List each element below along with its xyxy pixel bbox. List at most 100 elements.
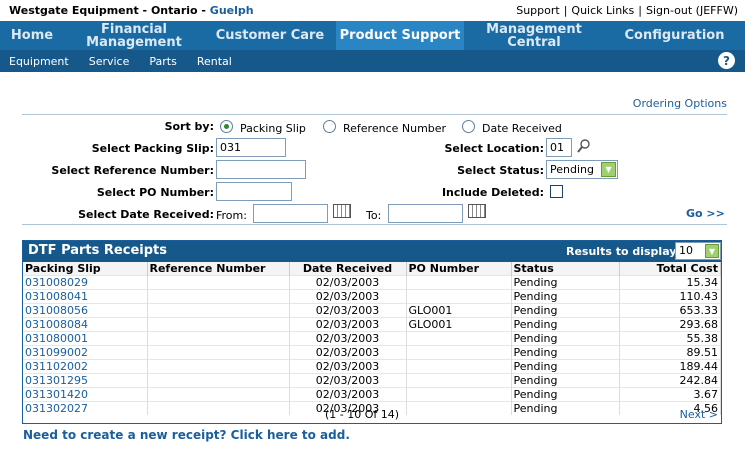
date-received-cell: 02/03/2003 xyxy=(289,331,407,346)
packing-slip-cell[interactable]: 031301420 xyxy=(23,387,148,402)
sort-packing-slip-radio[interactable] xyxy=(220,120,233,133)
location-input[interactable]: 01 xyxy=(546,138,572,157)
divider xyxy=(22,114,727,115)
from-label: From: xyxy=(216,209,247,222)
sort-reference-number-radio[interactable] xyxy=(323,120,336,133)
packing-slip-cell[interactable]: 031008084 xyxy=(23,317,148,332)
packing-slip-label: Select Packing Slip: xyxy=(91,142,214,155)
packing-slip-link[interactable]: 031301420 xyxy=(25,388,88,401)
table-row[interactable]: 031099002 02/03/2003 Pending 89.51 xyxy=(23,345,721,360)
top-bar: Westgate Equipment - Ontario - Guelph Su… xyxy=(0,0,745,20)
table-row[interactable]: 031008056 02/03/2003 GLO001 Pending 653.33 xyxy=(23,303,721,318)
calendar-icon[interactable] xyxy=(468,204,486,218)
include-deleted-checkbox[interactable] xyxy=(550,185,563,198)
packing-slip-link[interactable]: 031008041 xyxy=(25,290,88,303)
col-status[interactable]: Status xyxy=(511,262,620,276)
results-header: DTF Parts Receipts Results to display: 1… xyxy=(23,241,721,262)
subnav-parts[interactable]: Parts xyxy=(149,55,176,68)
date-received-cell: 02/03/2003 xyxy=(289,317,407,332)
po-number-cell xyxy=(406,289,512,304)
reference-number-cell xyxy=(147,275,290,290)
po-number-cell xyxy=(406,275,512,290)
packing-slip-input[interactable]: 031 xyxy=(216,138,286,157)
col-total-cost[interactable]: Total Cost xyxy=(619,262,721,276)
sort-date-received-radio[interactable] xyxy=(462,120,475,133)
sort-reference-number-label: Reference Number xyxy=(343,122,447,135)
status-cell: Pending xyxy=(511,359,620,374)
subnav-equipment[interactable]: Equipment xyxy=(9,55,69,68)
po-number-cell xyxy=(406,387,512,402)
tab-customer-care[interactable]: Customer Care xyxy=(204,21,336,50)
next-page-link[interactable]: Next > xyxy=(680,408,718,421)
quick-links-link[interactable]: Quick Links xyxy=(571,4,634,17)
packing-slip-cell[interactable]: 031301295 xyxy=(23,373,148,388)
help-icon[interactable]: ? xyxy=(718,52,735,69)
col-date-received[interactable]: Date Received xyxy=(289,262,407,276)
location-link[interactable]: Guelph xyxy=(210,4,254,17)
support-link[interactable]: Support xyxy=(516,4,559,17)
packing-slip-link[interactable]: 031080001 xyxy=(25,332,88,345)
packing-slip-link[interactable]: 031099002 xyxy=(25,346,88,359)
company-name: Westgate Equipment - Ontario - Guelph xyxy=(9,3,254,17)
packing-slip-cell[interactable]: 031102002 xyxy=(23,359,148,374)
packing-slip-cell[interactable]: 031008041 xyxy=(23,289,148,304)
packing-slip-link[interactable]: 031008029 xyxy=(25,276,88,289)
chevron-down-icon: ▼ xyxy=(601,162,616,177)
date-received-cell: 02/03/2003 xyxy=(289,275,407,290)
packing-slip-link[interactable]: 031008084 xyxy=(25,318,88,331)
status-cell: Pending xyxy=(511,317,620,332)
date-to-input[interactable] xyxy=(388,204,463,223)
calendar-icon[interactable] xyxy=(333,204,351,218)
status-cell: Pending xyxy=(511,345,620,360)
ordering-options-link[interactable]: Ordering Options xyxy=(633,97,727,110)
packing-slip-cell[interactable]: 031008056 xyxy=(23,303,148,318)
reference-number-label: Select Reference Number: xyxy=(51,164,214,177)
table-row[interactable]: 031301420 02/03/2003 Pending 3.67 xyxy=(23,387,721,402)
col-po-number[interactable]: PO Number xyxy=(406,262,512,276)
reference-number-cell xyxy=(147,331,290,346)
reference-number-input[interactable] xyxy=(216,160,306,179)
subnav-service[interactable]: Service xyxy=(89,55,130,68)
subnav-rental[interactable]: Rental xyxy=(197,55,232,68)
col-packing-slip[interactable]: Packing Slip xyxy=(23,262,148,276)
packing-slip-link[interactable]: 031008056 xyxy=(25,304,88,317)
search-icon[interactable] xyxy=(576,138,592,154)
top-links: Support | Quick Links | Sign-out (JEFFW) xyxy=(516,3,738,17)
sub-nav: Equipment Service Parts Rental xyxy=(0,50,745,72)
table-row[interactable]: 031080001 02/03/2003 Pending 55.38 xyxy=(23,331,721,346)
total-cost-cell: 55.38 xyxy=(619,331,721,346)
sign-out-link[interactable]: Sign-out (JEFFW) xyxy=(646,4,738,17)
packing-slip-cell[interactable]: 031008029 xyxy=(23,275,148,290)
tab-management-central[interactable]: Management Central xyxy=(464,21,604,50)
status-cell: Pending xyxy=(511,303,620,318)
packing-slip-cell[interactable]: 031080001 xyxy=(23,331,148,346)
go-button[interactable]: Go >> xyxy=(686,207,725,220)
new-receipt-link[interactable]: Need to create a new receipt? Click here… xyxy=(23,428,350,442)
table-row[interactable]: 031008029 02/03/2003 Pending 15.34 xyxy=(23,275,721,290)
col-reference-number[interactable]: Reference Number xyxy=(147,262,290,276)
reference-number-cell xyxy=(147,303,290,318)
date-from-input[interactable] xyxy=(253,204,328,223)
po-number-cell xyxy=(406,345,512,360)
po-number-cell xyxy=(406,359,512,374)
packing-slip-cell[interactable]: 031099002 xyxy=(23,345,148,360)
date-received-cell: 02/03/2003 xyxy=(289,345,407,360)
table-row[interactable]: 031301295 02/03/2003 Pending 242.84 xyxy=(23,373,721,388)
date-received-cell: 02/03/2003 xyxy=(289,303,407,318)
results-to-display-select[interactable]: 10 ▼ xyxy=(675,242,721,260)
table-row[interactable]: 031102002 02/03/2003 Pending 189.44 xyxy=(23,359,721,374)
tab-configuration[interactable]: Configuration xyxy=(604,21,745,50)
tab-home[interactable]: Home xyxy=(0,21,64,50)
po-number-cell: GLO001 xyxy=(406,303,512,318)
packing-slip-link[interactable]: 031301295 xyxy=(25,374,88,387)
date-received-cell: 02/03/2003 xyxy=(289,359,407,374)
main-nav: Home Financial Management Customer Care … xyxy=(0,21,745,50)
tab-product-support[interactable]: Product Support xyxy=(336,21,464,50)
status-select[interactable]: Pending ▼ xyxy=(546,160,618,179)
packing-slip-link[interactable]: 031102002 xyxy=(25,360,88,373)
total-cost-cell: 242.84 xyxy=(619,373,721,388)
tab-financial-management[interactable]: Financial Management xyxy=(64,21,204,50)
table-row[interactable]: 031008084 02/03/2003 GLO001 Pending 293.68 xyxy=(23,317,721,332)
table-row[interactable]: 031008041 02/03/2003 Pending 110.43 xyxy=(23,289,721,304)
po-number-input[interactable] xyxy=(216,182,292,201)
